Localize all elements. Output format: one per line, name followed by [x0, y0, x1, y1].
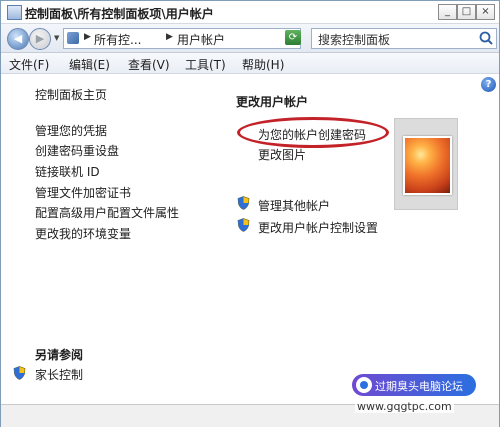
page-title: 更改用户帐户 [236, 95, 309, 109]
help-icon[interactable]: ? [481, 77, 496, 92]
control-panel-window: 控制面板\所有控制面板项\用户帐户 _ □ × ◀ ▶ ▼ ▶ 所有控... ▶… [0, 0, 500, 427]
breadcrumb[interactable]: ▶ 所有控... ▶ 用户帐户 ▼ [63, 28, 301, 49]
address-bar: ◀ ▶ ▼ ▶ 所有控... ▶ 用户帐户 ▼ ⟳ 搜索控制面板 [1, 24, 499, 53]
sidebar-link-advanced-profile[interactable]: 配置高级用户配置文件属性 [35, 204, 179, 221]
sidebar-link-manage-credentials[interactable]: 管理您的凭据 [35, 122, 107, 139]
menu-help[interactable]: 帮助(H) [242, 56, 284, 73]
watermark-badge: 过期臭头电脑论坛 [352, 374, 476, 396]
back-button[interactable]: ◀ [7, 28, 29, 50]
search-placeholder: 搜索控制面板 [318, 33, 391, 47]
forum-logo-icon [356, 377, 372, 393]
shield-icon [237, 218, 250, 232]
avatar[interactable] [394, 118, 458, 210]
change-picture-link[interactable]: 更改图片 [258, 146, 306, 163]
minimize-button[interactable]: _ [438, 4, 457, 20]
search-input[interactable]: 搜索控制面板 [311, 28, 497, 49]
forward-button[interactable]: ▶ [29, 28, 51, 50]
breadcrumb-item-user-accounts[interactable]: 用户帐户 [177, 31, 225, 48]
shield-icon [13, 366, 26, 380]
title-bar: 控制面板\所有控制面板项\用户帐户 _ □ × [1, 1, 499, 24]
refresh-icon[interactable]: ⟳ [285, 30, 301, 45]
control-panel-home-link[interactable]: 控制面板主页 [35, 86, 107, 103]
close-button[interactable]: × [476, 4, 495, 20]
window-title: 控制面板\所有控制面板项\用户帐户 [25, 7, 214, 21]
maximize-button[interactable]: □ [457, 4, 476, 20]
shield-icon [237, 196, 250, 210]
highlight-ellipse [237, 117, 389, 148]
menu-view[interactable]: 查看(V) [128, 56, 170, 73]
chevron-right-icon[interactable]: ▶ [84, 32, 91, 42]
sidebar-link-online-id[interactable]: 链接联机 ID [35, 163, 100, 180]
flower-picture [403, 136, 452, 195]
uac-settings-link[interactable]: 更改用户帐户控制设置 [258, 219, 378, 236]
watermark-url: www.gqgtpc.com [355, 400, 454, 413]
recent-pages-dropdown[interactable]: ▼ [54, 34, 59, 42]
menu-tools[interactable]: 工具(T) [185, 56, 226, 73]
parental-controls-link[interactable]: 家长控制 [35, 366, 83, 383]
sidebar-link-environment-variables[interactable]: 更改我的环境变量 [35, 225, 131, 242]
sidebar-link-encryption-certificates[interactable]: 管理文件加密证书 [35, 184, 131, 201]
see-also-heading: 另请参阅 [35, 348, 84, 362]
menu-bar: 文件(F) 编辑(E) 查看(V) 工具(T) 帮助(H) [1, 53, 499, 74]
search-icon[interactable] [478, 30, 494, 46]
watermark: 过期臭头电脑论坛 www.gqgtpc.com [352, 372, 476, 420]
watermark-text: 过期臭头电脑论坛 [375, 380, 463, 393]
menu-edit[interactable]: 编辑(E) [69, 56, 110, 73]
breadcrumb-item-all-items[interactable]: 所有控... [94, 31, 141, 48]
control-panel-icon [7, 5, 22, 20]
control-panel-icon [67, 32, 79, 44]
manage-other-accounts-link[interactable]: 管理其他帐户 [258, 197, 330, 214]
chevron-right-icon[interactable]: ▶ [166, 32, 173, 42]
menu-file[interactable]: 文件(F) [9, 56, 49, 73]
sidebar-link-password-reset-disk[interactable]: 创建密码重设盘 [35, 142, 119, 159]
